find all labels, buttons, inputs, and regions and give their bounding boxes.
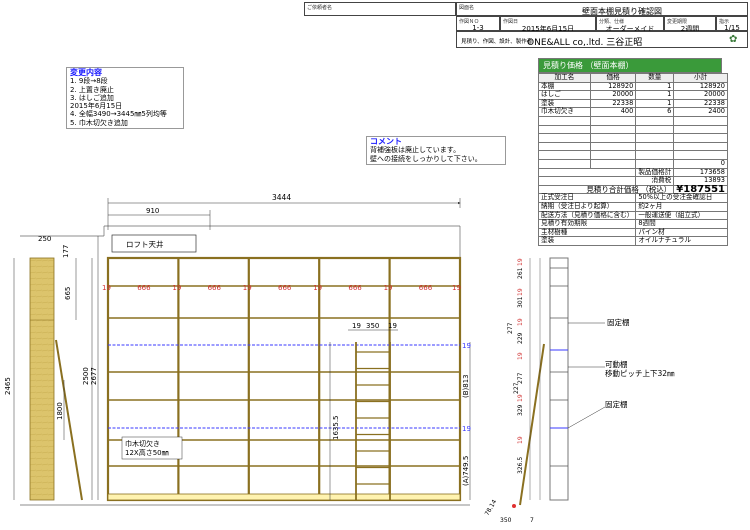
dim-ladder-width: 350 [366,322,379,330]
side-panel-left [29,257,55,501]
dim-loft-width: 910 [146,207,159,215]
dim-78: 78.14 [484,498,499,517]
dim-2465: 2465 [4,377,12,395]
side-dim: 19 [517,352,524,360]
side-dim: 19 [517,318,524,326]
kickboard [107,493,461,501]
dim-1635: 1635.5 [332,416,340,441]
dim-col-666: 666 [278,284,292,292]
side-dim: 261 [517,267,524,279]
dim-col-666: 666 [137,284,151,292]
kick-note-text: 12X高さ50㎜ [125,448,169,457]
dim-2500: 2500 [82,367,90,385]
bookshelf-outline [106,256,462,502]
dim-19-upper: 19 [462,342,471,350]
side-dim: 19 [517,288,524,296]
wall-outline [20,225,470,506]
dim-a749: (A)749.5 [462,456,470,486]
ladder-front [355,342,391,500]
label-fixed-shelf-top: 固定棚 [607,317,630,327]
dimension-lines [13,198,471,500]
dim-panel-19: 19 [313,284,322,292]
dim-col-666: 666 [208,284,222,292]
side-dim: 329 [517,404,524,416]
dim-1800: 1800 [56,402,64,420]
dim-total-width: 3444 [272,193,291,202]
dim-panel-19: 19 [102,284,111,292]
dim-panel-19: 19 [243,284,252,292]
side-dim: 19 [517,258,524,266]
side-dim: 301 [517,296,524,308]
dim-panel-19: 19 [452,284,461,292]
side-dim-left: 277 [507,322,514,334]
kick-note-title: 巾木切欠き [125,439,160,448]
bookshelf-front [106,256,462,502]
dim-col-666: 666 [348,284,362,292]
side-dim: 19 [517,394,524,402]
dim-2677: 2677 [90,367,98,385]
dim-col-666: 666 [419,284,433,292]
side-dim: 19 [517,436,524,444]
drawing-canvas: ロフト天井 3444 910 250 177 665 2500 2677 246… [4,193,675,524]
side-dim-left: 227 [513,382,520,394]
dim-panel-19: 19 [384,284,393,292]
side-dim: 229 [517,332,524,344]
dim-250: 250 [38,235,51,243]
dim-177: 177 [62,245,70,258]
dim-7: 7 [530,517,534,524]
label-movable-shelf: 可動棚 [605,359,628,369]
label-pitch: 移動ピッチ上下32㎜ [605,368,675,378]
dim-665: 665 [64,287,72,300]
dim-ladder-19l: 19 [352,322,361,330]
side-view: 192611930119229192771932919326.5277227 固… [484,257,675,524]
side-dim: 277 [517,372,524,384]
dim-b813: (B)813 [462,374,470,398]
side-view-outline [549,257,569,501]
side-dim: 326.5 [517,457,524,474]
loft-label: ロフト天井 [126,239,164,249]
dim-panel-19: 19 [172,284,181,292]
anchor-point [512,504,516,508]
dim-ladder-19r: 19 [388,322,397,330]
dim-350-side: 350 [500,517,512,524]
label-fixed-shelf-bottom: 固定棚 [605,399,628,409]
dim-19-lower: 19 [462,425,471,433]
